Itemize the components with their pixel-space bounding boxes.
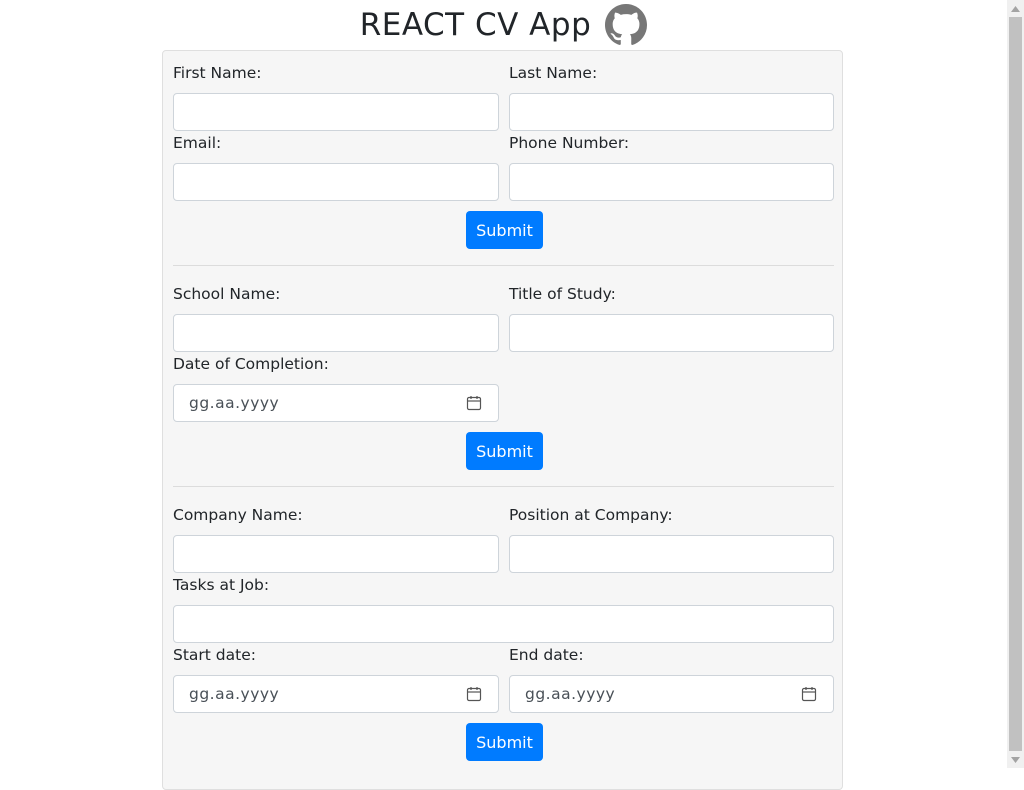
github-icon[interactable] xyxy=(605,4,647,46)
completion-date-label: Date of Completion: xyxy=(173,355,329,373)
start-date-placeholder: gg.aa.yyyy xyxy=(189,685,279,703)
scroll-down-icon[interactable] xyxy=(1007,751,1024,768)
experience-submit-button[interactable]: Submit xyxy=(466,723,543,761)
tasks-input[interactable] xyxy=(173,605,834,643)
vertical-scrollbar[interactable] xyxy=(1007,0,1024,768)
position-label: Position at Company: xyxy=(509,506,673,524)
first-name-label: First Name: xyxy=(173,64,262,82)
education-submit-button[interactable]: Submit xyxy=(466,432,543,470)
email-input[interactable] xyxy=(173,163,499,201)
section-divider xyxy=(173,486,834,487)
school-name-input[interactable] xyxy=(173,314,499,352)
end-date-label: End date: xyxy=(509,646,584,664)
page-title: REACT CV App xyxy=(360,7,592,43)
end-date-placeholder: gg.aa.yyyy xyxy=(525,685,615,703)
phone-input[interactable] xyxy=(509,163,834,201)
app-header: REACT CV App xyxy=(0,0,1007,50)
general-submit-button[interactable]: Submit xyxy=(466,211,543,249)
company-name-input[interactable] xyxy=(173,535,499,573)
company-name-label: Company Name: xyxy=(173,506,303,524)
section-divider xyxy=(173,265,834,266)
email-label: Email: xyxy=(173,134,221,152)
phone-label: Phone Number: xyxy=(509,134,629,152)
scrollbar-thumb[interactable] xyxy=(1009,17,1022,751)
calendar-icon[interactable] xyxy=(466,686,482,702)
end-date-input[interactable]: gg.aa.yyyy xyxy=(509,675,834,713)
last-name-label: Last Name: xyxy=(509,64,597,82)
last-name-input[interactable] xyxy=(509,93,834,131)
school-name-label: School Name: xyxy=(173,285,280,303)
cv-form-card: First Name: Last Name: Email: Phone Numb… xyxy=(162,50,843,790)
position-input[interactable] xyxy=(509,535,834,573)
tasks-label: Tasks at Job: xyxy=(173,576,269,594)
completion-date-input[interactable]: gg.aa.yyyy xyxy=(173,384,499,422)
start-date-input[interactable]: gg.aa.yyyy xyxy=(173,675,499,713)
scroll-up-icon[interactable] xyxy=(1007,0,1024,17)
title-of-study-label: Title of Study: xyxy=(509,285,616,303)
title-of-study-input[interactable] xyxy=(509,314,834,352)
calendar-icon[interactable] xyxy=(466,395,482,411)
start-date-label: Start date: xyxy=(173,646,256,664)
completion-date-placeholder: gg.aa.yyyy xyxy=(189,394,279,412)
calendar-icon[interactable] xyxy=(801,686,817,702)
first-name-input[interactable] xyxy=(173,93,499,131)
